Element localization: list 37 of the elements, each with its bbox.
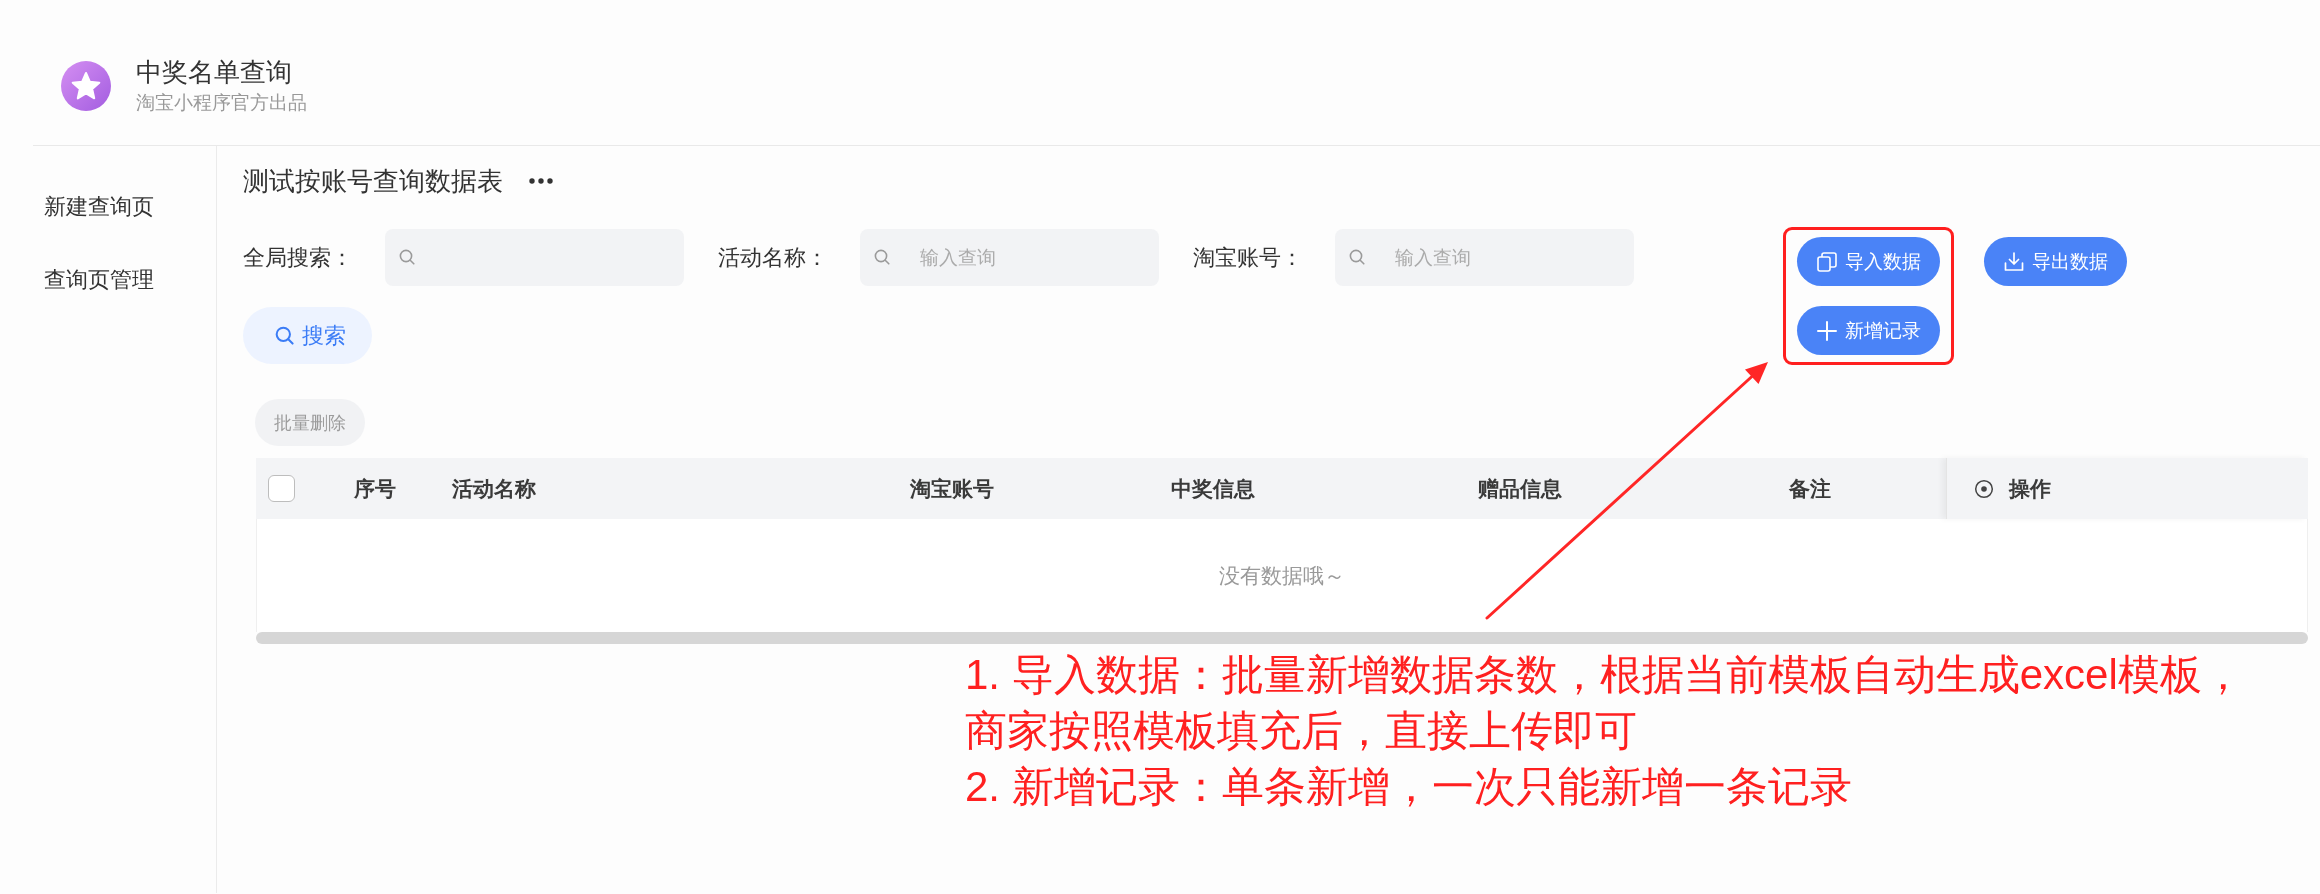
add-button[interactable]: 新增记录: [1797, 306, 1940, 355]
star-logo-icon: [61, 60, 111, 111]
ring-dot-icon: [1974, 478, 1994, 499]
checkbox[interactable]: [268, 475, 295, 502]
more-icon[interactable]: [529, 178, 553, 184]
column-header: 操作: [2009, 475, 2051, 502]
export-button[interactable]: 导出数据: [1984, 237, 2127, 286]
column-header: 赠品信息: [1478, 475, 1562, 502]
search-button[interactable]: 搜索: [243, 307, 372, 364]
plus-icon: [1816, 320, 1837, 341]
column-header: 活动名称: [452, 475, 536, 502]
search-field[interactable]: 输入查询: [860, 229, 1159, 286]
column-header: 序号: [354, 475, 396, 502]
column-header: 淘宝账号: [910, 475, 994, 502]
annotation-text: 1. 导入数据：批量新增数据条数，根据当前模板自动生成excel模板，商家按照模板填充后，直接上传即可: [965, 650, 2245, 756]
filter-label: 活动名称：: [718, 243, 829, 272]
page-title: 测试按账号查询数据表: [243, 165, 503, 198]
copy-icon: [1816, 251, 1837, 272]
download-icon: [2003, 251, 2024, 272]
search-icon: [275, 326, 294, 345]
search-icon: [399, 249, 415, 265]
search-icon: [1349, 249, 1365, 265]
column-header: 备注: [1789, 475, 1831, 502]
column-header: 中奖信息: [1171, 475, 1255, 502]
empty-state-text: 没有数据哦～: [1219, 562, 1345, 589]
filter-label: 淘宝账号：: [1193, 243, 1304, 272]
app-subtitle: 淘宝小程序官方出品: [136, 92, 307, 114]
app-title: 中奖名单查询: [136, 57, 293, 87]
scrollbar[interactable]: [256, 632, 2308, 644]
annotation-text: 2. 新增记录：单条新增，一次只能新增一条记录: [965, 762, 1853, 812]
search-icon: [874, 249, 890, 265]
sidebar-item[interactable]: 查询页管理: [44, 266, 154, 294]
filter-label: 全局搜索：: [243, 243, 354, 272]
import-button[interactable]: 导入数据: [1797, 237, 1940, 286]
search-field[interactable]: 输入查询: [1335, 229, 1634, 286]
search-field[interactable]: [385, 229, 684, 286]
sidebar-item[interactable]: 新建查询页: [44, 193, 154, 221]
